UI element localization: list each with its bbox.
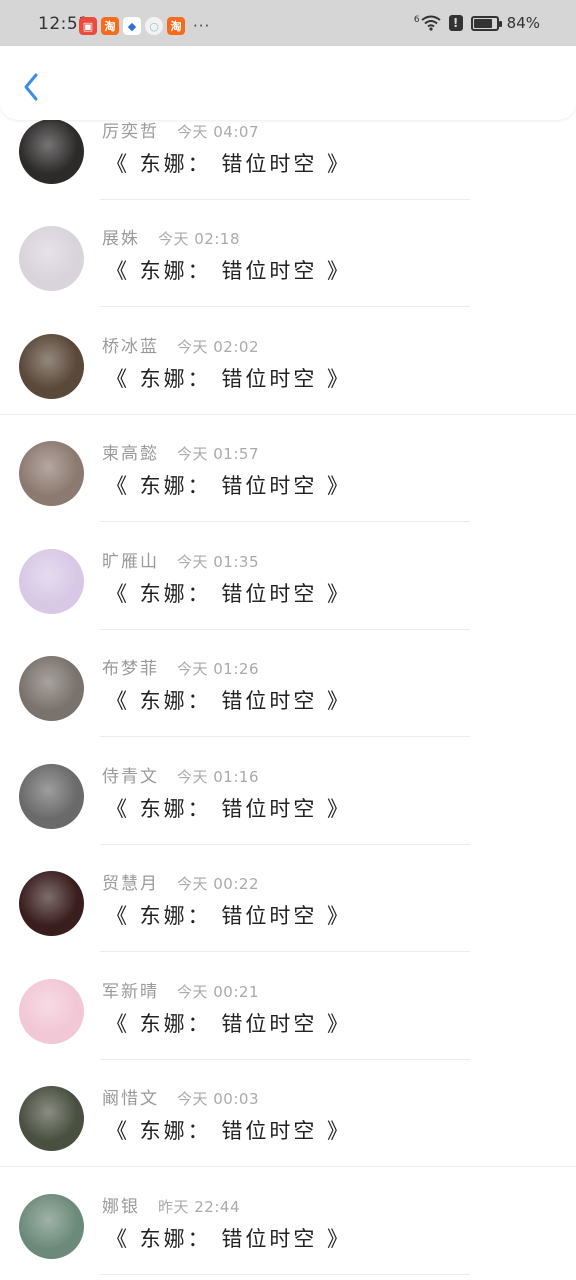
conversation-row[interactable]: 旷雁山 今天 01:35 《 东娜： 错位时空 》: [0, 526, 576, 633]
message-preview: 《 东娜： 错位时空 》: [106, 689, 352, 713]
sender-name: 阚惜文: [102, 1089, 159, 1109]
sender-line: 侍青文 今天 01:16: [102, 762, 259, 787]
wifi-icon: 6: [414, 15, 441, 31]
message-time: 今天 01:16: [177, 768, 259, 786]
row-divider: [100, 844, 470, 845]
message-preview: 《 东娜： 错位时空 》: [106, 797, 352, 821]
message-time: 今天 02:02: [177, 338, 259, 356]
top-nav-bar: [0, 46, 576, 120]
message-preview: 《 东娜： 错位时空 》: [106, 1227, 352, 1251]
browser-icon: ○: [145, 17, 163, 35]
message-preview: 《 东娜： 错位时空 》: [106, 582, 352, 606]
conversation-row[interactable]: 柬高懿 今天 01:57 《 东娜： 错位时空 》: [0, 418, 576, 525]
sender-line: 桥冰蓝 今天 02:02: [102, 332, 259, 357]
message-time: 今天 02:18: [158, 230, 240, 248]
taobao-icon: 淘: [167, 17, 185, 35]
sender-name: 侍青文: [102, 767, 159, 787]
row-divider: [100, 1059, 470, 1060]
message-time: 今天 01:57: [177, 445, 259, 463]
message-time: 昨天 22:44: [158, 1198, 240, 1216]
conversation-row[interactable]: 布梦菲 今天 01:26 《 东娜： 错位时空 》: [0, 633, 576, 740]
battery-fill: [473, 18, 492, 28]
avatar[interactable]: [19, 441, 84, 506]
avatar[interactable]: [19, 549, 84, 614]
avatar[interactable]: [19, 226, 84, 291]
row-divider: [100, 306, 470, 307]
message-preview: 《 东娜： 错位时空 》: [106, 152, 352, 176]
status-right: 6 ! 84%: [414, 14, 540, 32]
sender-name: 贸慧月: [102, 874, 159, 894]
avatar[interactable]: [19, 871, 84, 936]
sender-name: 娜银: [102, 1197, 140, 1217]
sender-name: 展姝: [102, 229, 140, 249]
avatar[interactable]: [19, 979, 84, 1044]
row-divider: [100, 951, 470, 952]
row-divider: [0, 1166, 576, 1167]
sender-line: 阚惜文 今天 00:03: [102, 1084, 259, 1109]
sender-line: 贸慧月 今天 00:22: [102, 869, 259, 894]
conversation-row[interactable]: 娜银 昨天 22:44 《 东娜： 错位时空 》: [0, 1171, 576, 1278]
conversation-row[interactable]: 展姝 今天 02:18 《 东娜： 错位时空 》: [0, 203, 576, 310]
avatar[interactable]: [19, 334, 84, 399]
message-time: 今天 01:35: [177, 553, 259, 571]
message-preview: 《 东娜： 错位时空 》: [106, 904, 352, 928]
sender-name: 柬高懿: [102, 444, 159, 464]
sender-line: 柬高懿 今天 01:57: [102, 439, 259, 464]
row-divider: [100, 199, 470, 200]
message-preview: 《 东娜： 错位时空 》: [106, 367, 352, 391]
alert-icon: !: [448, 15, 463, 31]
message-time: 今天 01:26: [177, 660, 259, 678]
shield-app-icon: ◆: [123, 17, 141, 35]
conversation-row[interactable]: 桥冰蓝 今天 02:02 《 东娜： 错位时空 》: [0, 311, 576, 418]
taobao-icon: 淘: [101, 17, 119, 35]
row-divider: [100, 1274, 470, 1275]
conversation-row[interactable]: 贸慧月 今天 00:22 《 东娜： 错位时空 》: [0, 848, 576, 955]
battery-icon: [470, 15, 502, 31]
status-bar: 12:51 ▣ 淘 ◆ ○ 淘 ··· 6 ! 84%: [0, 0, 576, 46]
battery-percent: 84%: [506, 14, 540, 32]
avatar[interactable]: [19, 656, 84, 721]
more-notifications-icon: ···: [193, 17, 211, 35]
avatar[interactable]: [19, 1194, 84, 1259]
message-time: 今天 00:03: [177, 1090, 259, 1108]
row-divider: [0, 414, 576, 415]
chevron-left-icon: [24, 73, 38, 101]
sender-line: 军新晴 今天 00:21: [102, 977, 259, 1002]
conversation-row[interactable]: 侍青文 今天 01:16 《 东娜： 错位时空 》: [0, 741, 576, 848]
row-divider: [100, 521, 470, 522]
avatar[interactable]: [19, 1086, 84, 1151]
message-preview: 《 东娜： 错位时空 》: [106, 1012, 352, 1036]
sender-line: 展姝 今天 02:18: [102, 224, 240, 249]
sender-line: 娜银 昨天 22:44: [102, 1192, 240, 1217]
sender-line: 布梦菲 今天 01:26: [102, 654, 259, 679]
conversation-row[interactable]: 阚惜文 今天 00:03 《 东娜： 错位时空 》: [0, 1063, 576, 1170]
message-preview: 《 东娜： 错位时空 》: [106, 1119, 352, 1143]
avatar[interactable]: [19, 119, 84, 184]
message-time: 今天 00:22: [177, 875, 259, 893]
conversation-row[interactable]: 军新晴 今天 00:21 《 东娜： 错位时空 》: [0, 956, 576, 1063]
row-divider: [100, 736, 470, 737]
message-preview: 《 东娜： 错位时空 》: [106, 259, 352, 283]
sender-name: 旷雁山: [102, 552, 159, 572]
notification-icons: ▣ 淘 ◆ ○ 淘 ···: [79, 17, 210, 35]
sender-line: 厉奕哲 今天 04:07: [102, 117, 259, 142]
avatar[interactable]: [19, 764, 84, 829]
back-button[interactable]: [18, 70, 44, 104]
message-time: 今天 04:07: [177, 123, 259, 141]
sender-name: 桥冰蓝: [102, 337, 159, 357]
sender-line: 旷雁山 今天 01:35: [102, 547, 259, 572]
bank-app-icon: ▣: [79, 17, 97, 35]
sender-name: 布梦菲: [102, 659, 159, 679]
network-label: 6: [413, 15, 420, 25]
message-preview: 《 东娜： 错位时空 》: [106, 474, 352, 498]
message-time: 今天 00:21: [177, 983, 259, 1001]
sender-name: 军新晴: [102, 982, 159, 1002]
sender-name: 厉奕哲: [102, 122, 159, 142]
row-divider: [100, 629, 470, 630]
